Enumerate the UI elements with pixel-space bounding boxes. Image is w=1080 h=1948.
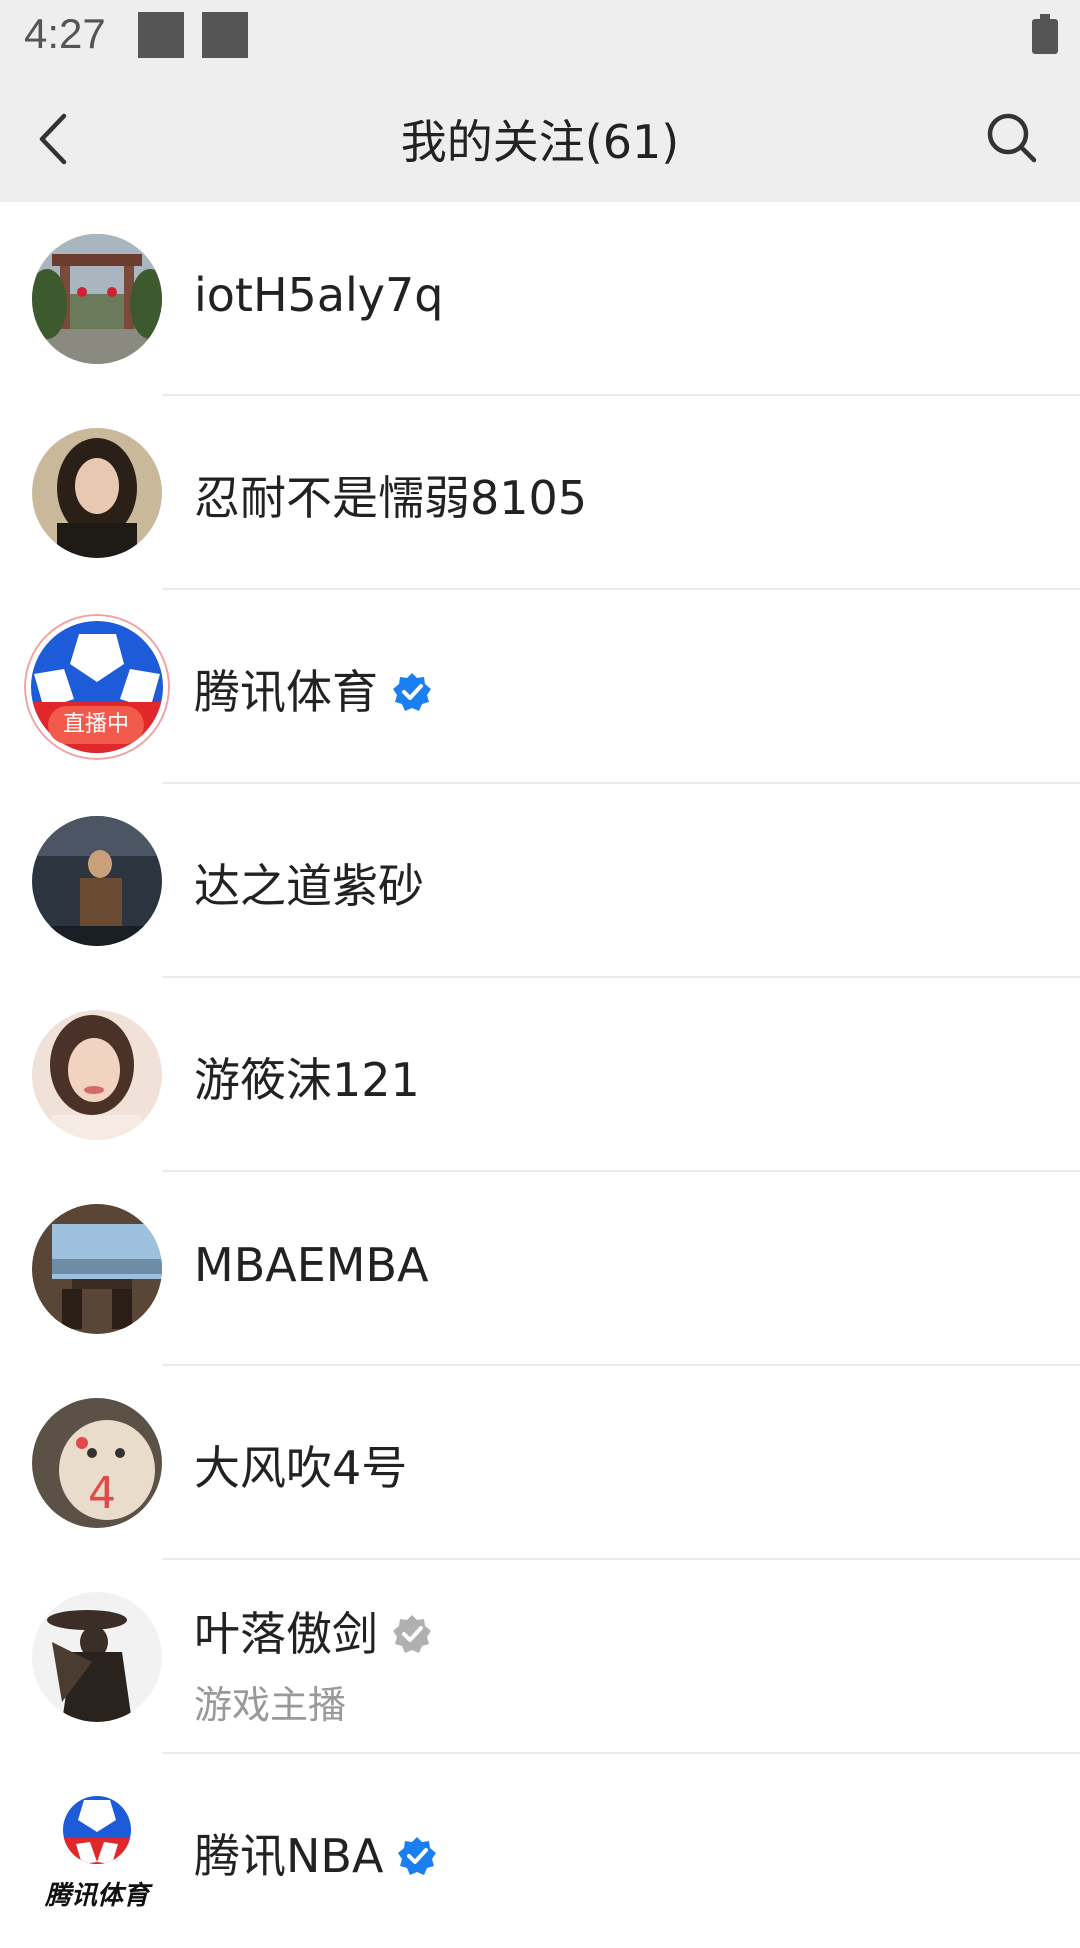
- svg-text:4: 4: [88, 1468, 116, 1519]
- user-name: 达之道紫砂: [194, 859, 424, 913]
- verified-badge-icon: [393, 672, 431, 711]
- avatar: [32, 234, 162, 364]
- user-subtitle: 游戏主播: [194, 1683, 347, 1727]
- list-item[interactable]: 4 大风吹4号: [0, 1366, 1080, 1560]
- status-bar: 4:27: [0, 0, 1080, 76]
- search-icon: [987, 113, 1037, 163]
- list-item[interactable]: 直播中 腾讯体育: [0, 590, 1080, 784]
- search-button[interactable]: [984, 110, 1040, 166]
- battery-icon: [1032, 14, 1058, 54]
- avatar: [32, 1204, 162, 1334]
- verified-badge-icon: [393, 1614, 431, 1653]
- user-name: 腾讯NBA: [194, 1820, 437, 1886]
- user-name: 大风吹4号: [194, 1441, 408, 1495]
- page-title: 我的关注(61): [400, 115, 680, 169]
- notification-icon: [202, 12, 248, 58]
- list-item[interactable]: 叶落傲剑 游戏主播: [0, 1560, 1080, 1754]
- verified-badge-icon: [398, 1836, 437, 1875]
- list-item[interactable]: 腾讯体育 腾讯NBA: [0, 1754, 1080, 1948]
- logo-text: 腾讯体育: [44, 1881, 153, 1911]
- user-name: 叶落傲剑: [194, 1598, 432, 1664]
- list-item[interactable]: 忍耐不是懦弱8105: [0, 396, 1080, 590]
- status-time: 4:27: [24, 10, 106, 57]
- user-name: 腾讯体育: [194, 656, 432, 722]
- list-item[interactable]: 达之道紫砂: [0, 784, 1080, 978]
- user-name: MBAEMBA: [194, 1238, 429, 1292]
- avatar: [32, 428, 162, 558]
- user-name: 忍耐不是懦弱8105: [194, 471, 588, 525]
- list-item[interactable]: iotH5aly7q: [0, 202, 1080, 396]
- avatar: [32, 816, 162, 946]
- follow-list: iotH5aly7q 忍耐不是懦弱8105 直播中 腾讯体育 达之道紫砂 游筱沫…: [0, 202, 1080, 1948]
- list-item[interactable]: MBAEMBA: [0, 1172, 1080, 1366]
- live-badge: 直播中: [48, 706, 144, 744]
- avatar: 4: [32, 1398, 162, 1528]
- avatar: 腾讯体育: [32, 1786, 162, 1916]
- list-item[interactable]: 游筱沫121: [0, 978, 1080, 1172]
- avatar: [32, 1592, 162, 1722]
- avatar: [32, 1010, 162, 1140]
- user-name: iotH5aly7q: [194, 268, 444, 322]
- notification-icon: [138, 12, 184, 58]
- user-name: 游筱沫121: [194, 1053, 420, 1107]
- nav-bar: 我的关注(61): [0, 76, 1080, 202]
